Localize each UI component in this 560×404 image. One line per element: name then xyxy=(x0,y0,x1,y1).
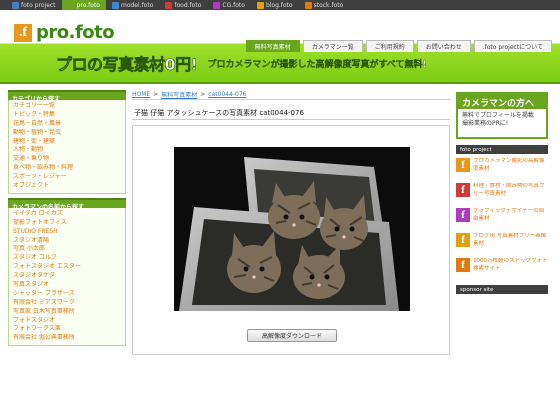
breadcrumb-free-photos[interactable]: 無料写真素材 xyxy=(161,90,197,99)
foto-project-item[interactable]: f ブログ用 写真素材フリー画像素材 xyxy=(456,233,548,254)
nav-tab-1[interactable]: カメラマン一覧 xyxy=(302,40,363,52)
site-header: .f pro.foto 無料写真素材 カメラマン一覧 ご利用規約 お問い合わせ .fot… xyxy=(0,10,560,52)
foto-project-text: 1000万枚超のストックフォト検索サイト xyxy=(473,258,548,272)
photographer-link[interactable]: フォトスタジオ xyxy=(13,317,121,326)
photographer-link[interactable]: 有限会社 堀公典事務所 xyxy=(13,334,121,343)
nav-tab-3[interactable]: お問い合わせ xyxy=(416,40,471,52)
kittens-photo[interactable] xyxy=(174,147,410,311)
banner-headline: プロの写真素材0円! xyxy=(56,55,199,75)
foto-project-section-title: foto project xyxy=(456,145,548,154)
foto-project-icon: f xyxy=(456,208,470,222)
stock-foto-icon xyxy=(304,1,312,9)
top-tab-label: CG.foto xyxy=(222,1,245,9)
breadcrumb-home[interactable]: HOME xyxy=(132,91,150,98)
photographer-link[interactable]: スタジオタケダ xyxy=(13,272,121,281)
category-list: カテゴリー一覧 トピック・特集 花鳥・自然・風景 動物・植物・昆虫 建物・街・建築 人物・… xyxy=(8,100,126,194)
top-tab-label: model.foto xyxy=(120,1,154,9)
photographer-link[interactable]: シャッター ブラザーズ xyxy=(13,290,121,299)
top-tab-food-foto[interactable]: food.foto xyxy=(159,0,207,10)
top-tab-pro-foto[interactable]: pro.foto xyxy=(61,0,106,10)
site-logo[interactable]: .f pro.foto xyxy=(14,22,115,43)
category-link[interactable]: 交通・乗り物 xyxy=(13,155,121,164)
main-nav: 無料写真素材 カメラマン一覧 ご利用規約 お問い合わせ .foto projectについ… xyxy=(245,40,552,52)
foto-project-icon: f xyxy=(456,258,470,272)
foto-project-item[interactable]: f プロカメラマン撮影の高解像度素材 xyxy=(456,158,548,179)
foto-project-list: f プロカメラマン撮影の高解像度素材 f 料理・食材・飲み物の写真フリー写真素材 f グラ… xyxy=(456,158,548,279)
top-tab-cg-foto[interactable]: CG.foto xyxy=(207,0,251,10)
photographer-link[interactable]: イイダカ ロイカズ xyxy=(13,210,121,219)
pro-foto-icon xyxy=(67,1,75,9)
photographer-link[interactable]: STUDIO FRESH xyxy=(13,228,121,237)
category-link[interactable]: 人物・動物 xyxy=(13,146,121,155)
foto-project-text: ブログ用 写真素材フリー画像素材 xyxy=(473,233,547,247)
foto-project-icon: f xyxy=(456,158,470,172)
top-tab-foto-project[interactable]: foto project xyxy=(6,0,62,10)
photo-frame: 高解像度ダウンロード xyxy=(132,125,450,355)
category-link[interactable]: 建物・街・建築 xyxy=(13,138,121,147)
photographer-link[interactable]: スタジオ コルク xyxy=(13,254,121,263)
breadcrumb: HOME > 無料写真素材 > cat0044-076 xyxy=(132,90,450,100)
category-link[interactable]: カテゴリー一覧 xyxy=(13,102,121,111)
nav-tab-2[interactable]: ご利用規約 xyxy=(365,40,414,52)
model-foto-icon xyxy=(111,1,119,9)
foto-project-item[interactable]: f 料理・食材・飲み物の写真フリー写真素材 xyxy=(456,183,548,204)
breadcrumb-separator: > xyxy=(200,91,206,98)
category-section-title: カテゴリから探す xyxy=(8,90,126,103)
foto-project-text: プロカメラマン撮影の高解像度素材 xyxy=(473,158,545,172)
category-link[interactable]: オブジェクト xyxy=(13,182,121,191)
foto-project-icon xyxy=(12,1,19,9)
photographer-link[interactable]: スタジオ清陽 xyxy=(13,237,121,246)
top-tab-label: foto project xyxy=(21,1,56,9)
nav-tab-0[interactable]: 無料写真素材 xyxy=(245,40,300,52)
promo-title: カメラマンの方へ xyxy=(458,94,546,109)
category-link[interactable]: 花鳥・自然・風景 xyxy=(13,120,121,129)
nav-tab-4[interactable]: .foto projectについて xyxy=(473,40,552,52)
photographer-promo[interactable]: カメラマンの方へ 無料でプロフィールを掲載 撮影業務のPRに! xyxy=(456,92,548,139)
top-tab-label: food.foto xyxy=(174,1,202,9)
logo-mark: .f xyxy=(14,23,32,42)
top-tab-label: stock.foto xyxy=(313,1,344,9)
cg-foto-icon xyxy=(213,1,221,9)
sponsor-section-title: sponsor site xyxy=(456,285,548,294)
top-tab-blog-foto[interactable]: blog.foto xyxy=(251,0,299,10)
photographer-section-title: カメラマンの名前から探す xyxy=(8,197,126,211)
food-foto-icon xyxy=(165,1,173,9)
category-link[interactable]: トピック・特集 xyxy=(13,111,121,120)
top-tab-label: pro.foto xyxy=(76,1,100,9)
photographer-link[interactable]: フォトワークス楽 xyxy=(13,325,121,334)
blog-foto-icon xyxy=(256,1,264,9)
logo-text: pro.foto xyxy=(36,22,115,43)
foto-project-item[interactable]: f 1000万枚超のストックフォト検索サイト xyxy=(456,258,548,279)
promo-body: 無料でプロフィールを掲載 撮影業務のPRに! xyxy=(462,112,534,127)
category-link[interactable]: 動物・植物・昆虫 xyxy=(13,129,121,138)
category-link[interactable]: スポーツ・レジャー xyxy=(13,173,121,182)
top-tab-stock-foto[interactable]: stock.foto xyxy=(299,0,350,10)
top-tab-bar: foto project pro.foto model.foto food.foto C… xyxy=(0,0,560,10)
photographer-link[interactable]: フォトスタジオ エスター xyxy=(13,263,121,272)
right-sidebar: カメラマンの方へ 無料でプロフィールを掲載 撮影業務のPRに! foto pro… xyxy=(456,90,548,355)
foto-project-item[interactable]: f グラフィックデザイナーの自由素材 xyxy=(456,208,548,229)
photo-title: 子猫 仔猫 アタッシュケースの写真素材 cat0044-076 xyxy=(132,108,450,120)
foto-project-icon: f xyxy=(456,233,470,247)
top-tab-label: blog.foto xyxy=(265,1,293,9)
category-link[interactable]: 食べ物・飲み物・料理 xyxy=(13,164,121,173)
hd-download-button[interactable]: 高解像度ダウンロード xyxy=(247,329,337,342)
breadcrumb-separator: > xyxy=(153,91,159,98)
left-sidebar: カテゴリから探す カテゴリー一覧 トピック・特集 花鳥・自然・風景 動物・植物・昆虫建… xyxy=(8,90,126,355)
foto-project-text: グラフィックデザイナーの自由素材 xyxy=(473,208,545,222)
top-tab-model-foto[interactable]: model.foto xyxy=(106,0,159,10)
photographer-link[interactable]: 有限会社 ミアズワーク xyxy=(13,299,121,308)
photographer-link[interactable]: 提影フォトオフィス xyxy=(13,219,121,228)
foto-project-text: 料理・食材・飲み物の写真フリー写真素材 xyxy=(473,183,545,197)
main-content: HOME > 無料写真素材 > cat0044-076 子猫 仔猫 アタッシュケ… xyxy=(132,90,450,355)
breadcrumb-current: cat0044-076 xyxy=(208,91,247,98)
photographer-link[interactable]: 写真スタジオ xyxy=(13,281,121,290)
foto-project-icon: f xyxy=(456,183,470,197)
photographer-link[interactable]: 写真家 白木写真事務所 xyxy=(13,308,121,317)
photographer-link[interactable]: 写真 小太郎 xyxy=(13,245,121,254)
banner-subtext: プロカメラマンが撮影した高解像度写真がすべて無料! xyxy=(207,59,427,70)
photographer-list: イイダカ ロイカズ 提影フォトオフィス STUDIO FRESH スタジオ清陽 写真 小… xyxy=(8,207,126,347)
